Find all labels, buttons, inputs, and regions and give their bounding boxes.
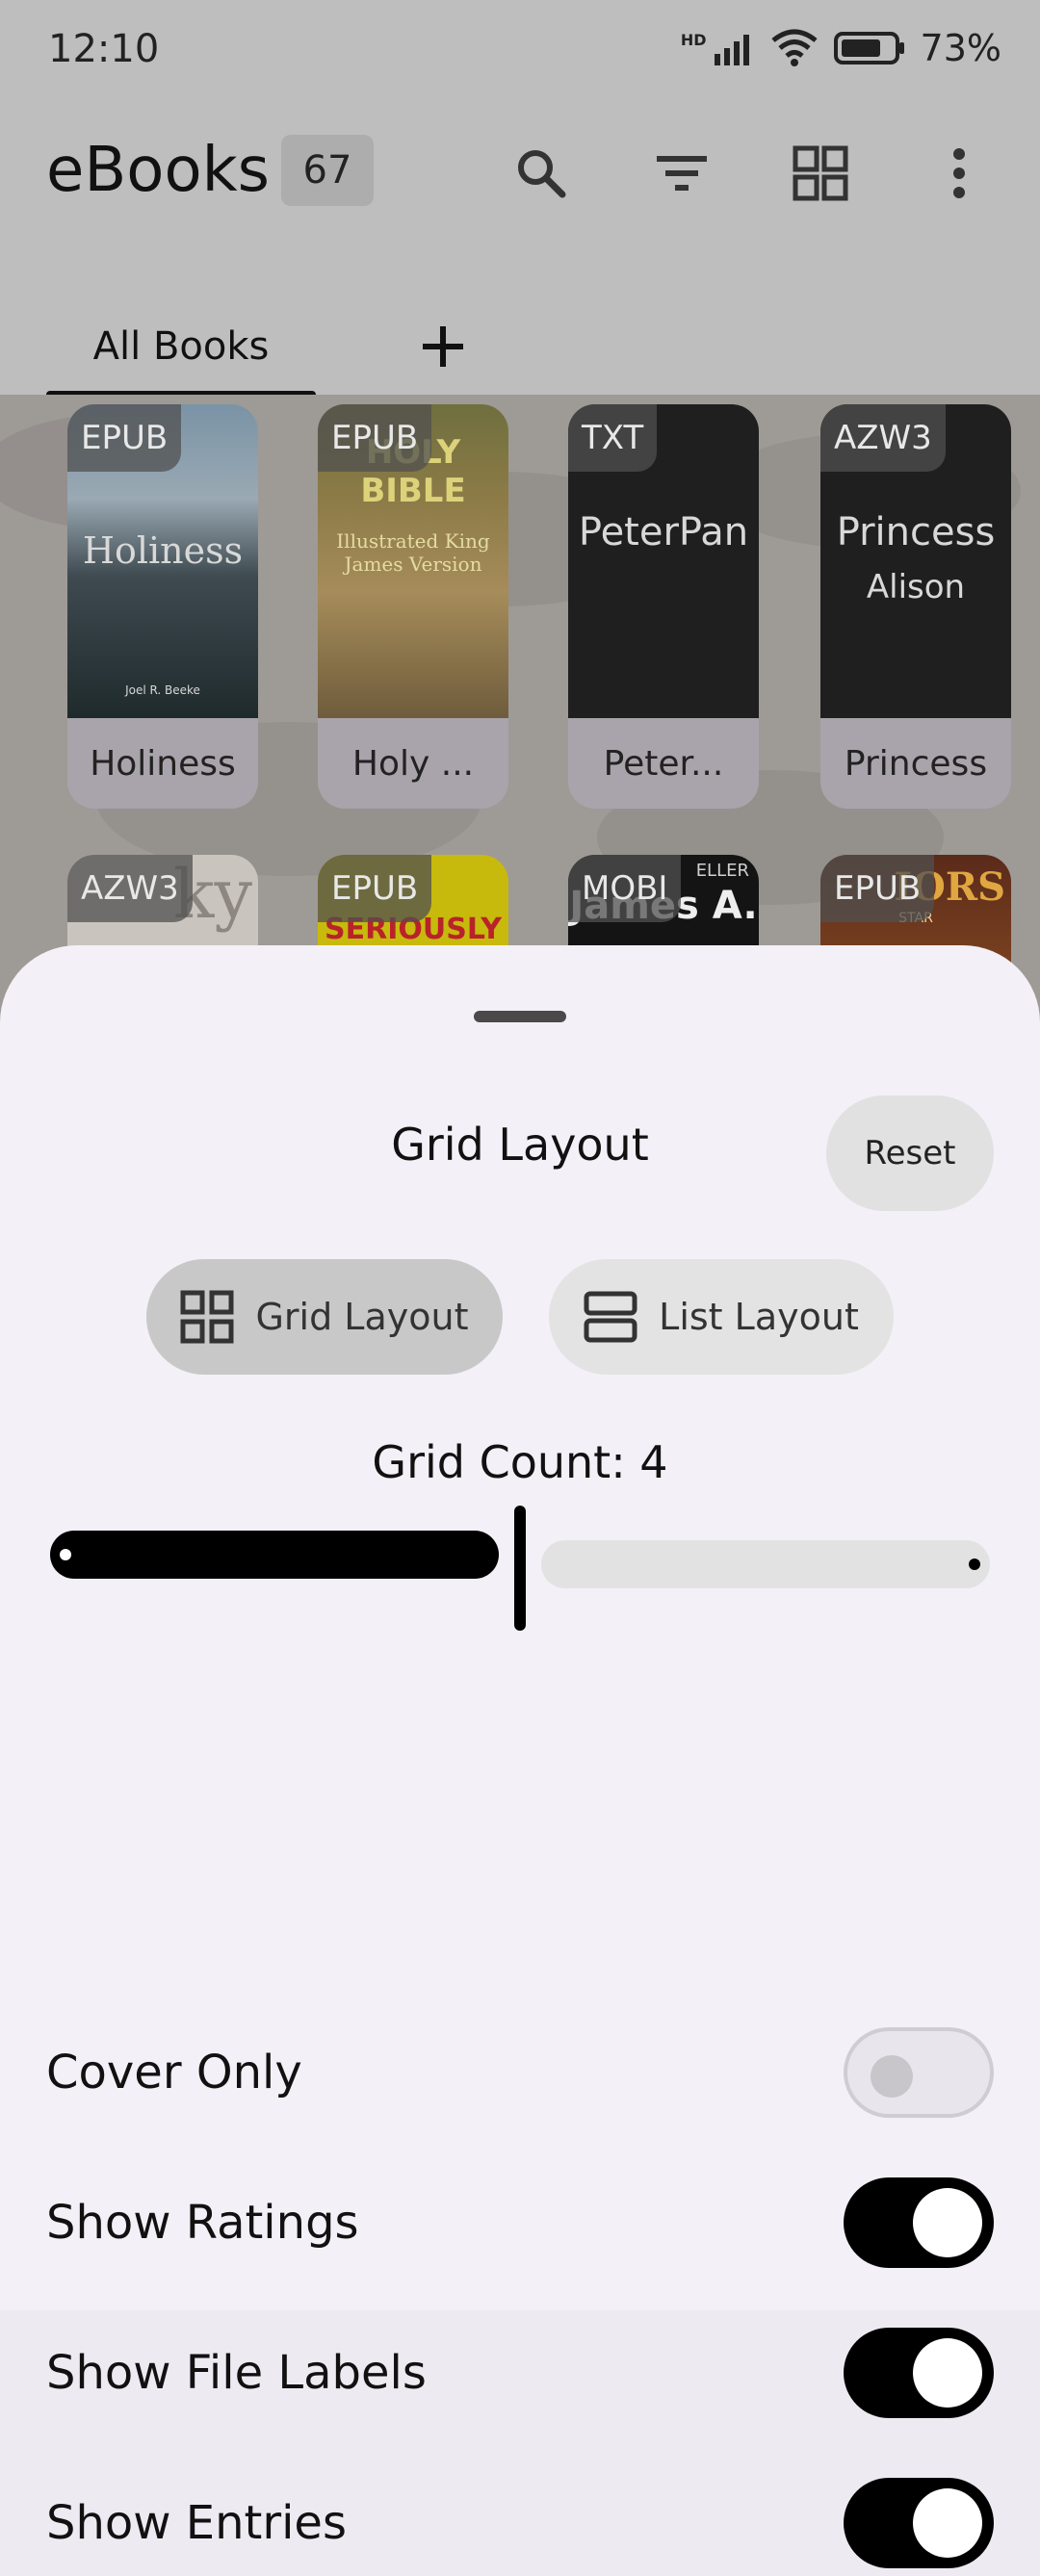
status-bar: 12:10 HD 73%	[0, 0, 1040, 106]
setting-show-ratings: Show Ratings	[0, 2170, 1040, 2276]
file-label: EPUB	[820, 855, 935, 922]
signal-icon	[714, 35, 749, 65]
sheet-drag-handle[interactable]	[474, 1011, 566, 1022]
add-tab-icon[interactable]	[404, 298, 481, 395]
grid-layout-label: Grid Layout	[255, 1296, 469, 1338]
file-label: AZW3	[820, 404, 946, 472]
switch-knob	[913, 2338, 982, 2408]
wifi-icon	[770, 29, 818, 66]
switch-knob	[871, 2055, 913, 2098]
more-vert-icon[interactable]	[921, 135, 998, 212]
grid-layout-button[interactable]: Grid Layout	[146, 1259, 503, 1375]
app-title: eBooks	[46, 135, 270, 206]
show-file-labels-switch[interactable]	[844, 2328, 994, 2418]
hd-badge: HD	[680, 30, 707, 49]
grid-layout-sheet: Grid Layout Reset Grid Layout List Layou…	[0, 945, 1040, 2568]
cover-title: Holiness	[82, 529, 244, 572]
filter-icon[interactable]	[643, 135, 720, 212]
status-icons: HD 73%	[681, 27, 1001, 69]
book-title: Holiness	[90, 743, 236, 784]
cover-title: Princess	[836, 510, 996, 554]
reset-button[interactable]: Reset	[826, 1095, 994, 1211]
setting-cover-only: Cover Only	[0, 2020, 1040, 2125]
slider-thumb[interactable]	[514, 1506, 526, 1631]
book-card[interactable]: Princess Alison AZW3 Princess	[820, 404, 1011, 809]
cover-title: PeterPan	[578, 510, 749, 554]
show-ratings-label: Show Ratings	[46, 2196, 359, 2250]
status-time: 12:10	[48, 27, 160, 71]
slider-tick-mark	[60, 1549, 71, 1560]
book-title: Peter...	[603, 743, 724, 784]
grid-view-icon[interactable]	[782, 135, 859, 212]
search-icon[interactable]	[503, 135, 580, 212]
grid-icon	[180, 1290, 234, 1344]
show-entries-switch[interactable]	[844, 2478, 994, 2568]
setting-show-entries: Show Entries	[0, 2470, 1040, 2576]
app-bar: eBooks 67 All Books	[0, 106, 1040, 399]
setting-show-file-labels: Show File Labels	[0, 2320, 1040, 2426]
show-file-labels-label: Show File Labels	[46, 2346, 427, 2400]
switch-knob	[913, 2188, 982, 2257]
book-title: Princess	[844, 743, 988, 784]
cover-author: Joel R. Beeke	[125, 683, 200, 697]
list-layout-button[interactable]: List Layout	[549, 1259, 894, 1375]
list-layout-label: List Layout	[659, 1296, 859, 1338]
cover-subtitle: Illustrated King James Version	[336, 529, 490, 576]
book-count-badge: 67	[281, 135, 374, 206]
cover-only-switch[interactable]	[844, 2027, 994, 2118]
grid-count-label: Grid Count: 4	[372, 1436, 668, 1488]
battery-icon	[833, 32, 904, 64]
show-entries-label: Show Entries	[46, 2496, 347, 2550]
book-card[interactable]: HOLY BIBLE Illustrated King James Versio…	[318, 404, 508, 809]
file-label: TXT	[568, 404, 658, 472]
tab-all-books[interactable]: All Books	[46, 298, 316, 395]
slider-inactive-track	[541, 1540, 990, 1588]
battery-percent: 73%	[920, 27, 1001, 69]
file-label: MOBI	[568, 855, 682, 922]
book-title: Holy ...	[351, 743, 475, 784]
slider-tick-mark	[969, 1558, 980, 1570]
switch-knob	[913, 2488, 982, 2558]
book-card[interactable]: Holiness Joel R. Beeke EPUB Holiness	[67, 404, 258, 809]
cover-only-label: Cover Only	[46, 2046, 302, 2099]
list-icon	[584, 1291, 637, 1343]
file-label: EPUB	[318, 404, 432, 472]
book-card[interactable]: PeterPan TXT Peter...	[568, 404, 759, 809]
grid-count-slider[interactable]	[50, 1506, 990, 1631]
slider-active-track	[50, 1531, 499, 1579]
file-label: AZW3	[67, 855, 193, 922]
file-label: EPUB	[318, 855, 432, 922]
cover-author: Alison	[866, 568, 966, 606]
show-ratings-switch[interactable]	[844, 2177, 994, 2268]
file-label: EPUB	[67, 404, 182, 472]
